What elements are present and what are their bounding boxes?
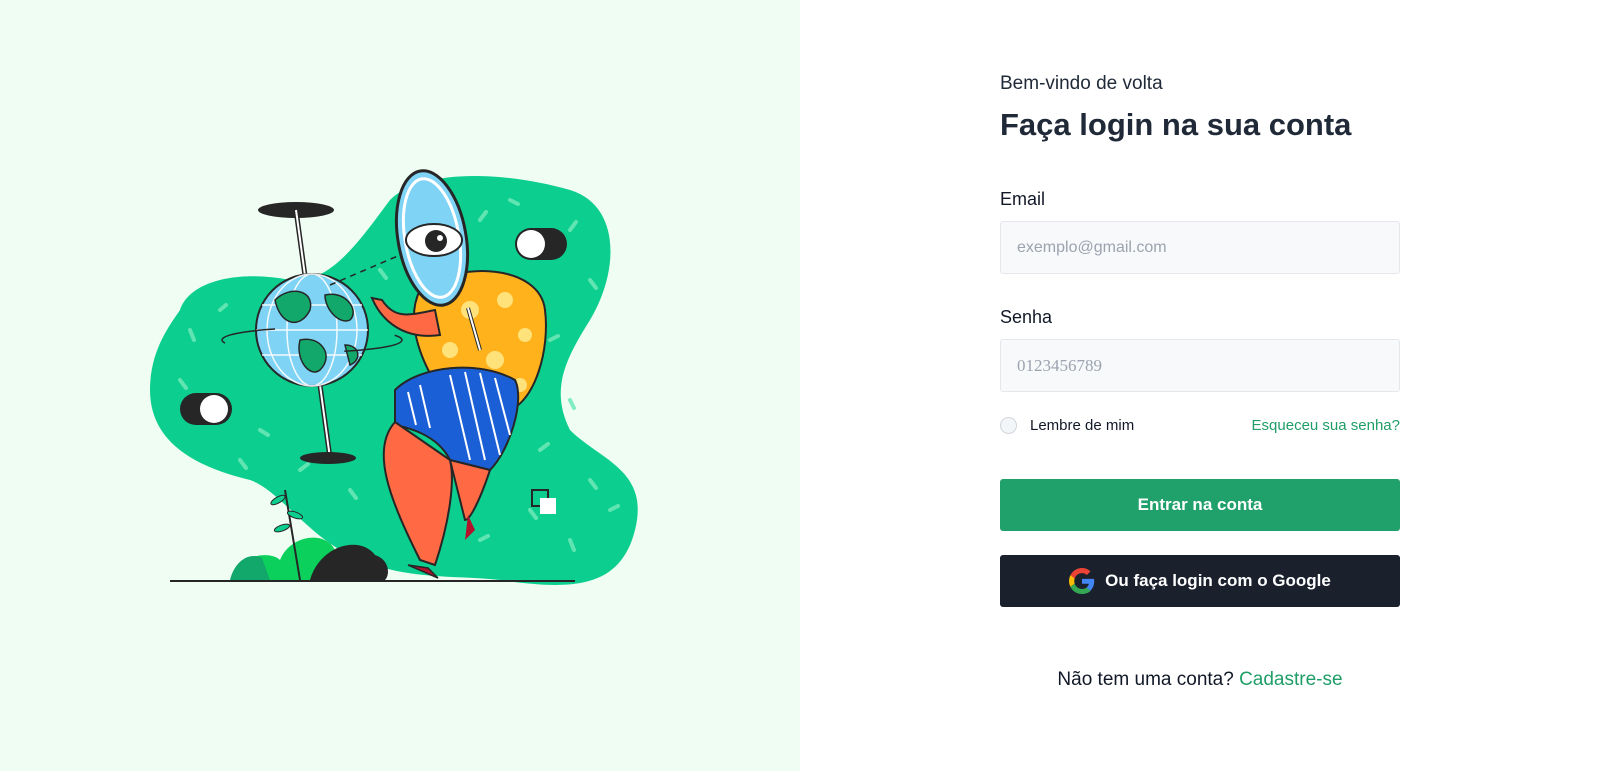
google-login-button[interactable]: Ou faça login com o Google xyxy=(1000,555,1400,607)
login-panel: Bem-vindo de volta Faça login na sua con… xyxy=(800,0,1600,771)
signup-link[interactable]: Cadastre-se xyxy=(1239,669,1343,690)
illustration-panel xyxy=(0,0,800,771)
login-page: Bem-vindo de volta Faça login na sua con… xyxy=(0,0,1600,771)
forgot-password-link[interactable]: Esqueceu sua senha? xyxy=(1252,417,1400,434)
email-field[interactable] xyxy=(1000,221,1400,274)
login-button-label: Entrar na conta xyxy=(1137,495,1263,514)
remember-me-checkbox[interactable] xyxy=(1000,416,1017,434)
password-field[interactable] xyxy=(1000,339,1400,392)
google-login-label: Ou faça login com o Google xyxy=(1105,571,1331,590)
login-illustration xyxy=(150,169,638,585)
form-options-row: Lembre de mim Esqueceu sua senha? xyxy=(1000,415,1400,435)
remember-me-label: Lembre de mim xyxy=(1030,416,1135,434)
remember-me-toggle[interactable]: Lembre de mim xyxy=(1000,416,1135,434)
google-icon xyxy=(1069,568,1095,594)
signup-prompt: Não tem uma conta? xyxy=(1057,669,1234,690)
signup-row: Não tem uma conta? Cadastre-se xyxy=(1000,669,1400,691)
login-form: Bem-vindo de volta Faça login na sua con… xyxy=(1000,72,1400,691)
login-button[interactable]: Entrar na conta xyxy=(1000,479,1400,531)
page-title: Faça login na sua conta xyxy=(1000,107,1352,142)
password-label: Senha xyxy=(1000,307,1053,327)
welcome-text: Bem-vindo de volta xyxy=(1000,73,1163,94)
email-label: Email xyxy=(1000,189,1046,209)
